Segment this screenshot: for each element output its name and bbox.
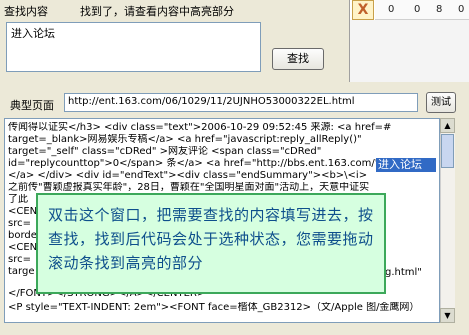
scroll-up-icon[interactable]: ▲	[440, 118, 455, 133]
scroll-thumb[interactable]	[441, 134, 454, 168]
code-line: <P style="TEXT-INDENT: 2em"><FONT face=楷…	[8, 302, 420, 313]
code-line: target=_blank>网易娱乐专稿</a> <a href="javasc…	[8, 134, 362, 145]
code-line: 传闻得以证实</h3> <div class="text">2006-10-29…	[8, 122, 392, 133]
side-panel	[350, 20, 469, 82]
counter-value: 8	[436, 4, 443, 15]
counter-value: 0	[458, 4, 465, 15]
url-input[interactable]: http://ent.163.com/06/1029/11/2UJNHO5300…	[64, 93, 418, 112]
code-line-fragment: g.html"	[385, 267, 422, 278]
find-status-text: 找到了，请查看内容中高亮部分	[80, 5, 234, 18]
url-label: 典型页面	[10, 99, 54, 112]
instruction-callout: 双击这个窗口，把需要查找的内容填写进去，按查找，找到后代码会处于选种状态，您需要…	[36, 193, 386, 294]
test-button[interactable]: 测试	[426, 92, 456, 113]
search-highlight[interactable]: 进入论坛	[376, 158, 436, 172]
code-line: id="replycounttop">0</span> 条</a> <a hre…	[8, 158, 378, 169]
counter-value: 0	[388, 4, 395, 15]
find-input[interactable]: 进入论坛	[6, 22, 261, 72]
counter-value: 0	[414, 4, 421, 15]
find-label: 查找内容	[4, 5, 48, 18]
scroll-down-icon[interactable]: ▼	[440, 308, 455, 323]
code-line: target="_self" class="cDRed" >网友评论 <span…	[8, 146, 322, 157]
close-icon[interactable]: X	[352, 0, 374, 20]
find-button[interactable]: 查找	[272, 48, 324, 70]
